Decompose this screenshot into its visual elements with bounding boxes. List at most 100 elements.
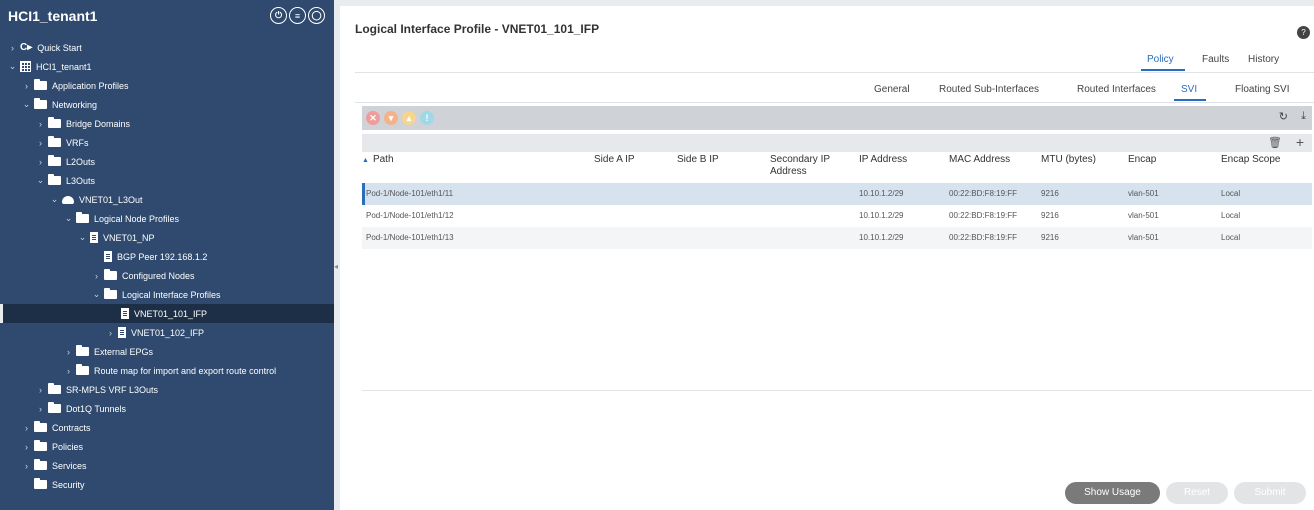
chevron-right-icon[interactable]: › [36, 119, 45, 129]
navigation-sidebar: HCI1_tenant1 ⏻ ≡ ◯ › C▸ Quick Start ⌄ HCI1_t… [0, 0, 334, 510]
table-row[interactable]: Pod-1/Node-101/eth1/13 10.10.1.2/29 00:22:… [362, 227, 1312, 249]
tree-item[interactable]: Security [0, 475, 334, 494]
trash-icon[interactable]: 🗑 [1268, 136, 1282, 149]
chevron-down-icon[interactable]: ⌄ [8, 61, 17, 72]
tree-item[interactable]: ⌄ VNET01_L3Out [0, 190, 334, 209]
chevron-right-icon[interactable]: › [22, 423, 31, 433]
chevron-right-icon[interactable]: › [22, 81, 31, 91]
column-header-side-a-ip[interactable]: Side A IP [594, 154, 635, 166]
tree-item[interactable]: ⌄ Logical Node Profiles [0, 209, 334, 228]
tab-history[interactable]: History [1248, 54, 1279, 65]
tree-item[interactable]: › VNET01_102_IFP [0, 323, 334, 342]
table-row[interactable]: Pod-1/Node-101/eth1/11 10.10.1.2/29 00:22:… [362, 183, 1312, 205]
refresh-icon[interactable]: ↻ [1279, 110, 1288, 123]
chevron-right-icon[interactable]: › [64, 347, 73, 357]
reset-button[interactable]: Reset [1166, 482, 1228, 504]
folder-icon [48, 402, 61, 413]
show-usage-button[interactable]: Show Usage [1065, 482, 1160, 504]
chevron-right-icon[interactable]: › [106, 328, 115, 338]
table-actions-bar: 🗑 + [362, 134, 1312, 152]
tree-item[interactable]: ⌄ Logical Interface Profiles [0, 285, 334, 304]
cell-mac-address: 00:22:BD:F8:19:FF [949, 189, 1018, 198]
cell-encap-scope: Local [1221, 211, 1241, 220]
chevron-down-icon[interactable]: ⌄ [50, 194, 59, 205]
tenant-title: HCI1_tenant1 [8, 8, 98, 24]
column-header-path[interactable]: ▲ Path [362, 154, 394, 167]
tree-item[interactable]: › Configured Nodes [0, 266, 334, 285]
chevron-right-icon[interactable]: › [36, 157, 45, 167]
tree-item[interactable]: › VRFs [0, 133, 334, 152]
subtab-floating-svi[interactable]: Floating SVI [1235, 84, 1289, 95]
tree-item[interactable]: › Services [0, 456, 334, 475]
chevron-right-icon[interactable]: › [8, 43, 17, 53]
power-icon[interactable]: ⏻ [270, 7, 287, 24]
tree-item-label: Policies [52, 441, 84, 452]
subtab-svi-underline [1174, 99, 1206, 101]
column-header-encap-scope[interactable]: Encap Scope [1221, 154, 1281, 166]
tree-item[interactable]: ⌄ Networking [0, 95, 334, 114]
warning-fault-icon[interactable]: ! [420, 111, 434, 125]
table-row[interactable]: Pod-1/Node-101/eth1/12 10.10.1.2/29 00:22:… [362, 205, 1312, 227]
tree-item[interactable]: VNET01_101_IFP [0, 304, 334, 323]
play-icon: C▸ [20, 42, 33, 53]
folder-icon [34, 478, 47, 489]
major-fault-icon[interactable]: ▾ [384, 111, 398, 125]
column-header-secondary-ip[interactable]: Secondary IP Address [770, 154, 850, 178]
minor-fault-icon[interactable]: ▴ [402, 111, 416, 125]
menu-list-icon[interactable]: ≡ [289, 7, 306, 24]
tree-item[interactable]: › Dot1Q Tunnels [0, 399, 334, 418]
cell-encap-scope: Local [1221, 233, 1241, 242]
tree-item[interactable]: › External EPGs [0, 342, 334, 361]
add-icon[interactable]: + [1296, 134, 1304, 150]
column-header-side-b-ip[interactable]: Side B IP [677, 154, 719, 166]
subtab-routed-interfaces[interactable]: Routed Interfaces [1077, 84, 1156, 95]
tree-item-label: Configured Nodes [122, 270, 195, 281]
chevron-down-icon[interactable]: ⌄ [92, 289, 101, 300]
submit-button[interactable]: Submit [1234, 482, 1306, 504]
refresh-circle-icon[interactable]: ◯ [308, 7, 325, 24]
chevron-right-icon[interactable]: › [36, 404, 45, 414]
folder-icon [104, 269, 117, 280]
tree-item[interactable]: › C▸ Quick Start [0, 38, 334, 57]
folder-icon [48, 383, 61, 394]
tree-item[interactable]: › Bridge Domains [0, 114, 334, 133]
chevron-down-icon[interactable]: ⌄ [78, 232, 87, 243]
tree-item[interactable]: › SR-MPLS VRF L3Outs [0, 380, 334, 399]
tree-item[interactable]: ⌄ L3Outs [0, 171, 334, 190]
cell-path: Pod-1/Node-101/eth1/12 [366, 211, 454, 220]
chevron-right-icon[interactable]: › [36, 385, 45, 395]
subtab-routed-sub-interfaces[interactable]: Routed Sub-Interfaces [939, 84, 1039, 95]
folder-icon [48, 117, 61, 128]
tree-item[interactable]: › L2Outs [0, 152, 334, 171]
subtab-general[interactable]: General [874, 84, 910, 95]
tree-item[interactable]: › Contracts [0, 418, 334, 437]
chevron-right-icon[interactable]: › [64, 366, 73, 376]
tree-item[interactable]: › Policies [0, 437, 334, 456]
critical-fault-icon[interactable]: ✕ [366, 111, 380, 125]
chevron-right-icon[interactable]: › [22, 442, 31, 452]
tree-item[interactable]: › Application Profiles [0, 76, 334, 95]
tree-item[interactable]: BGP Peer 192.168.1.2 [0, 247, 334, 266]
subtab-svi[interactable]: SVI [1181, 84, 1197, 95]
chevron-right-icon[interactable]: › [36, 138, 45, 148]
tab-faults[interactable]: Faults [1202, 54, 1229, 65]
tree-item[interactable]: › Route map for import and export route c… [0, 361, 334, 380]
help-icon[interactable]: ? [1297, 26, 1310, 39]
tab-policy[interactable]: Policy [1147, 54, 1174, 65]
tree-item[interactable]: ⌄ HCI1_tenant1 [0, 57, 334, 76]
tree-item-label: L2Outs [66, 156, 96, 167]
column-header-ip-address[interactable]: IP Address [859, 154, 907, 166]
column-header-mac-address[interactable]: MAC Address [949, 154, 1010, 166]
chevron-right-icon[interactable]: › [22, 461, 31, 471]
cell-encap: vlan-501 [1128, 233, 1159, 242]
chevron-down-icon[interactable]: ⌄ [64, 213, 73, 224]
download-icon[interactable]: ⤓ [1301, 110, 1306, 123]
chevron-down-icon[interactable]: ⌄ [36, 175, 45, 186]
tree-item[interactable]: ⌄ VNET01_NP [0, 228, 334, 247]
column-header-encap[interactable]: Encap [1128, 154, 1156, 166]
column-header-mtu[interactable]: MTU (bytes) [1041, 154, 1096, 166]
chevron-down-icon[interactable]: ⌄ [22, 99, 31, 110]
chevron-right-icon[interactable]: › [92, 271, 101, 281]
table-bottom-divider [362, 390, 1312, 391]
folder-icon [48, 174, 61, 185]
